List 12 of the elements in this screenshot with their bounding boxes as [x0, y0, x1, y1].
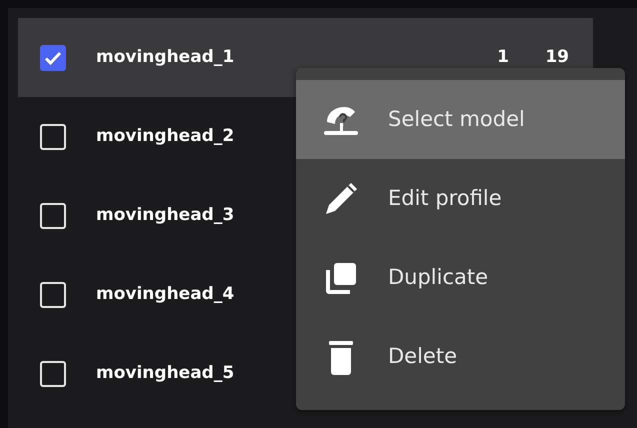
table-cell-text: 1 — [496, 46, 509, 69]
fixture-name: movinghead_4 — [96, 282, 234, 306]
menu-item[interactable]: Edit profile — [296, 159, 625, 238]
fixture-name: movinghead_5 — [96, 362, 234, 385]
menu-item[interactable]: Duplicate — [296, 238, 625, 317]
fixture-name: movinghead_1 — [96, 46, 234, 69]
table-cell-text: 19 — [544, 46, 569, 69]
menu-item[interactable]: Select model — [296, 80, 625, 159]
fixture-name: movinghead_2 — [96, 124, 234, 148]
menu-item[interactable]: Delete — [296, 317, 625, 396]
checkbox[interactable] — [40, 44, 66, 70]
fixture-name: movinghead_3 — [96, 204, 234, 227]
